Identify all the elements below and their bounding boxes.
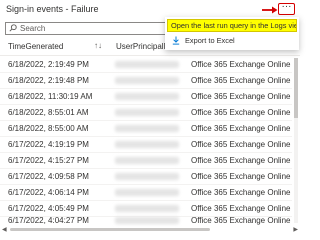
context-menu: Open the last run query in the Logs view… bbox=[165, 17, 299, 50]
cell-userprincipalname-redacted bbox=[115, 141, 179, 148]
more-options-button[interactable]: ··· bbox=[278, 1, 295, 15]
cell-userprincipalname-redacted bbox=[115, 109, 179, 116]
cell-timegenerated: 6/18/2022, 8:55:01 AM bbox=[8, 108, 89, 117]
scroll-right-icon[interactable]: ▶ bbox=[293, 226, 298, 233]
table-row[interactable]: 6/17/2022, 4:19:19 PM Office 365 Exchang… bbox=[0, 136, 292, 153]
cell-timegenerated: 6/18/2022, 2:19:49 PM bbox=[8, 60, 89, 69]
cell-userprincipalname-redacted bbox=[115, 77, 179, 84]
more-options-label: ··· bbox=[281, 1, 292, 12]
cell-timegenerated: 6/17/2022, 4:06:14 PM bbox=[8, 188, 89, 197]
cell-app: Office 365 Exchange Online bbox=[191, 92, 291, 101]
cell-userprincipalname-redacted bbox=[115, 189, 179, 196]
vertical-scrollbar[interactable] bbox=[294, 58, 298, 223]
table-row[interactable]: 6/17/2022, 4:06:14 PM Office 365 Exchang… bbox=[0, 184, 292, 201]
cell-timegenerated: 6/17/2022, 4:19:19 PM bbox=[8, 140, 89, 149]
cell-timegenerated: 6/17/2022, 4:15:27 PM bbox=[8, 156, 89, 165]
download-icon bbox=[172, 36, 180, 45]
horizontal-scrollbar[interactable]: ◀ ▶ bbox=[0, 226, 300, 233]
cell-userprincipalname-redacted bbox=[115, 157, 179, 164]
cell-userprincipalname-redacted bbox=[115, 173, 179, 180]
cell-userprincipalname-redacted bbox=[115, 93, 179, 100]
cell-app: Office 365 Exchange Online bbox=[191, 60, 291, 69]
cell-app: Office 365 Exchange Online bbox=[191, 108, 291, 117]
arrow-annotation-icon bbox=[262, 6, 278, 14]
table-row[interactable]: 6/17/2022, 4:09:58 PM Office 365 Exchang… bbox=[0, 168, 292, 185]
cell-timegenerated: 6/18/2022, 2:19:48 PM bbox=[8, 76, 89, 85]
menu-item-export-excel[interactable]: Export to Excel bbox=[167, 34, 297, 47]
table-row[interactable]: 6/18/2022, 8:55:00 AM Office 365 Exchang… bbox=[0, 120, 292, 137]
scroll-left-icon[interactable]: ◀ bbox=[2, 226, 7, 233]
vertical-scrollbar-thumb[interactable] bbox=[294, 58, 298, 118]
cell-timegenerated: 6/17/2022, 4:04:27 PM bbox=[8, 216, 89, 225]
menu-item-export-excel-label: Export to Excel bbox=[185, 36, 235, 45]
sort-icon[interactable]: ↑↓ bbox=[94, 41, 102, 50]
table-row[interactable]: 6/18/2022, 11:30:19 AM Office 365 Exchan… bbox=[0, 88, 292, 105]
cell-app: Office 365 Exchange Online bbox=[191, 188, 291, 197]
cell-timegenerated: 6/18/2022, 11:30:19 AM bbox=[8, 92, 93, 101]
table-row[interactable]: 6/18/2022, 2:19:48 PM Office 365 Exchang… bbox=[0, 72, 292, 89]
cell-app: Office 365 Exchange Online bbox=[191, 172, 291, 181]
panel-title: Sign-in events - Failure bbox=[6, 4, 99, 14]
cell-userprincipalname-redacted bbox=[115, 125, 179, 132]
cell-app: Office 365 Exchange Online bbox=[191, 156, 291, 165]
cell-userprincipalname-redacted bbox=[115, 61, 179, 68]
cell-timegenerated: 6/17/2022, 4:09:58 PM bbox=[8, 172, 89, 181]
cell-app: Office 365 Exchange Online bbox=[191, 140, 291, 149]
column-header-timegenerated[interactable]: TimeGenerated bbox=[8, 42, 63, 51]
menu-item-open-in-logs-label: Open the last run query in the Logs view… bbox=[171, 21, 297, 30]
table-row[interactable]: 6/17/2022, 4:15:27 PM Office 365 Exchang… bbox=[0, 152, 292, 169]
cell-app: Office 365 Exchange Online bbox=[191, 216, 291, 225]
cell-timegenerated: 6/18/2022, 8:55:00 AM bbox=[8, 124, 89, 133]
cell-userprincipalname-redacted bbox=[115, 205, 179, 212]
search-icon bbox=[9, 24, 17, 32]
search-placeholder: Search bbox=[20, 24, 46, 33]
cell-app: Office 365 Exchange Online bbox=[191, 124, 291, 133]
horizontal-scrollbar-thumb[interactable] bbox=[10, 228, 210, 231]
table-row[interactable]: 6/18/2022, 2:19:49 PM Office 365 Exchang… bbox=[0, 56, 292, 73]
menu-item-open-in-logs[interactable]: Open the last run query in the Logs view… bbox=[167, 19, 297, 32]
cell-app: Office 365 Exchange Online bbox=[191, 76, 291, 85]
cell-userprincipalname-redacted bbox=[115, 217, 179, 224]
table-row[interactable]: 6/18/2022, 8:55:01 AM Office 365 Exchang… bbox=[0, 104, 292, 121]
